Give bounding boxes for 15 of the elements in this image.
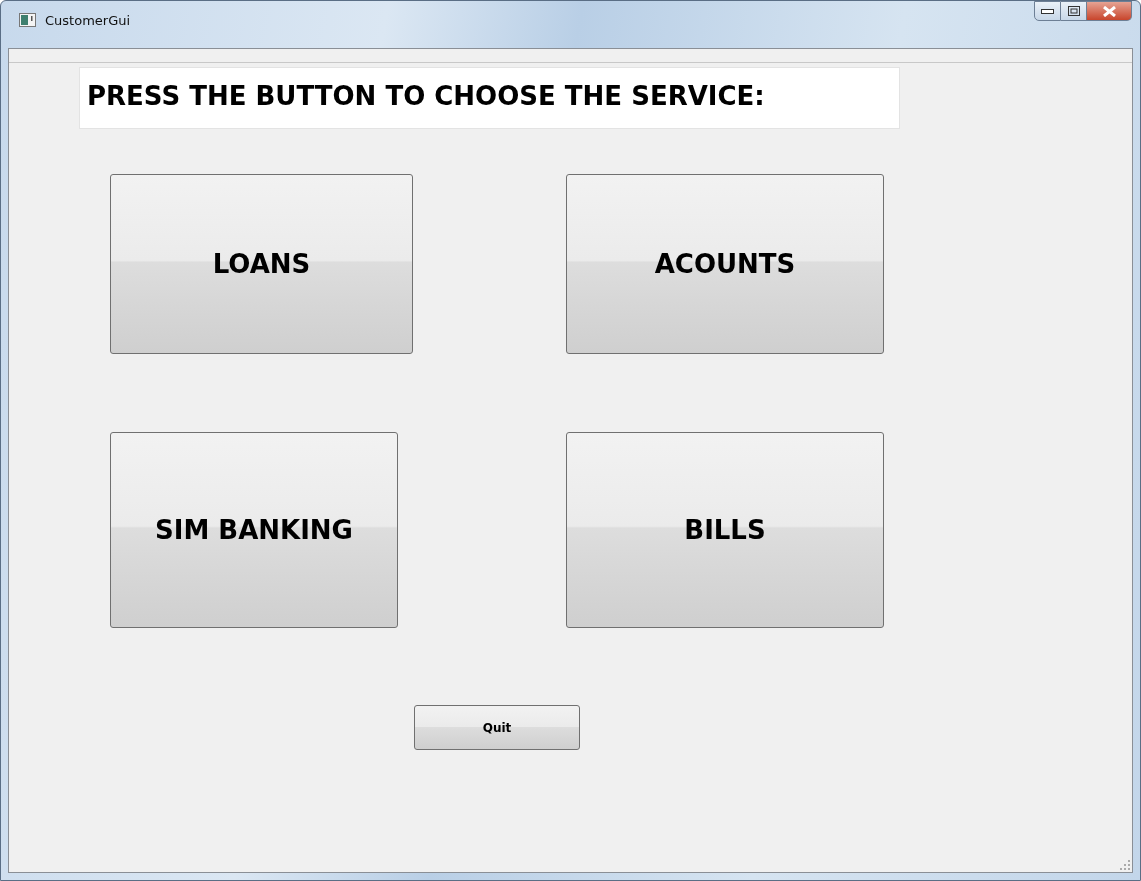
service-button[interactable]: SIM BANKING [110,432,398,628]
window-title: CustomerGui [45,13,131,29]
close-icon [1102,5,1116,17]
maximize-icon [1067,6,1080,16]
service-button[interactable]: BILLS [566,432,884,628]
minimize-icon [1041,8,1054,14]
minimize-button[interactable] [1034,1,1061,21]
service-button[interactable]: ACOUNTS [566,174,884,354]
app-icon [19,13,36,27]
instruction-heading: PRESS THE BUTTON TO CHOOSE THE SERVICE: [79,67,900,129]
close-button[interactable] [1087,1,1132,21]
resize-grip-icon [1120,860,1130,870]
maximize-button[interactable] [1061,1,1087,21]
service-button[interactable]: LOANS [110,174,413,354]
quit-button[interactable]: Quit [414,705,580,750]
